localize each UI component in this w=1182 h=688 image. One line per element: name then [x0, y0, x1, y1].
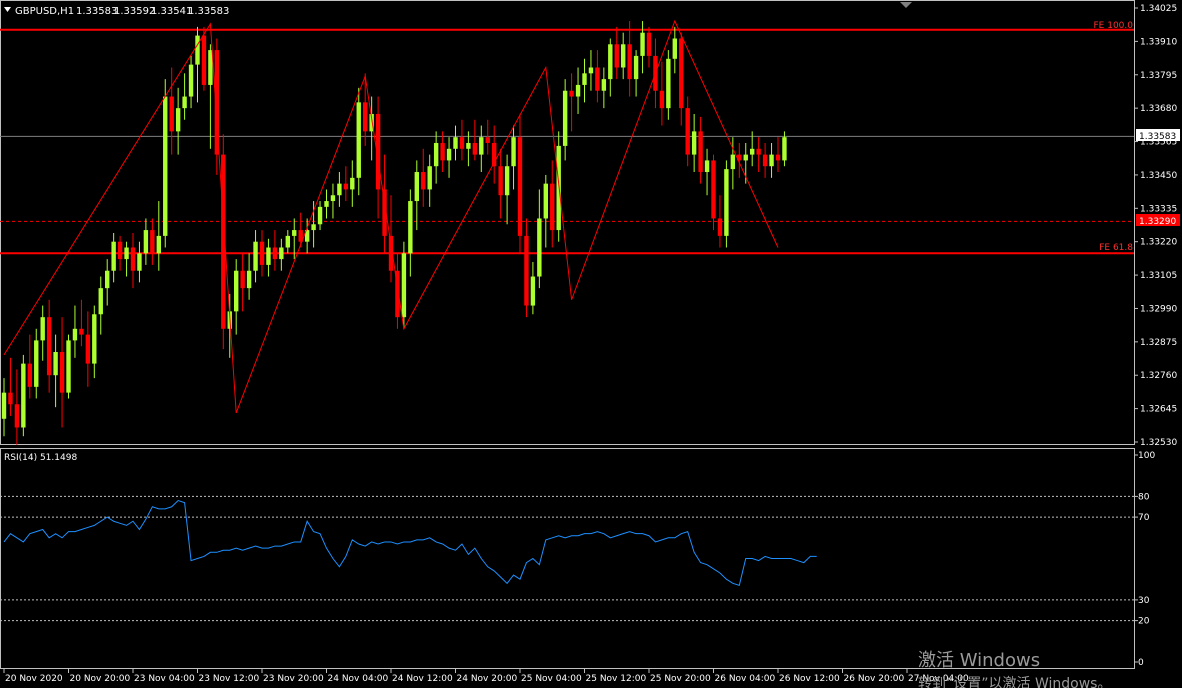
symbol-label: GBPUSD,H1	[15, 6, 74, 17]
fe-61-8-label: FE 61.8	[1099, 243, 1133, 253]
candle	[21, 354, 26, 437]
chart-canvas[interactable]: GBPUSD,H1 1.33583 1.33592 1.33541 1.3358…	[0, 0, 1182, 688]
ohlc-low: 1.33541	[151, 6, 192, 17]
price-tick-label: 1.34025	[1140, 4, 1177, 14]
time-tick-label: 26 Nov 20:00	[844, 674, 905, 684]
time-tick-label: 20 Nov 2020	[5, 674, 63, 684]
candle	[214, 38, 220, 175]
time-tick-label: 24 Nov 04:00	[328, 674, 389, 684]
time-tick-label: 23 Nov 12:00	[199, 674, 260, 684]
price-tick-label: 1.32530	[1140, 438, 1177, 448]
time-tick-label: 20 Nov 20:00	[70, 674, 131, 684]
time-axis[interactable]: 20 Nov 2020 20 Nov 20:00 23 Nov 04:00 23 No…	[3, 669, 969, 684]
ohlc-close: 1.33583	[188, 6, 229, 17]
candle	[66, 334, 71, 399]
rsi-tick-label: 70	[1138, 513, 1150, 523]
dashed-level-label: 1.33290	[1139, 217, 1176, 227]
time-tick-label: 26 Nov 04:00	[715, 674, 776, 684]
price-tick-label: 1.33795	[1140, 71, 1177, 81]
rsi-tick-label: 80	[1138, 492, 1150, 502]
time-tick-label: 23 Nov 20:00	[263, 674, 324, 684]
time-tick-label: 23 Nov 04:00	[134, 674, 195, 684]
rsi-axis[interactable]: 100 80 70 30 20 0	[1134, 451, 1155, 668]
time-tick-label: 26 Nov 12:00	[779, 674, 840, 684]
rsi-pane[interactable]	[0, 448, 1135, 669]
rsi-tick-label: 100	[1138, 451, 1155, 461]
price-tick-label: 1.32875	[1140, 338, 1177, 348]
price-tick-label: 1.33105	[1140, 271, 1177, 281]
ohlc-open: 1.33583	[76, 6, 117, 17]
time-tick-label: 25 Nov 04:00	[521, 674, 582, 684]
time-tick-label: 25 Nov 12:00	[586, 674, 647, 684]
candle	[724, 160, 729, 248]
current-price-label: 1.33583	[1139, 132, 1176, 142]
time-tick-label: 25 Nov 20:00	[650, 674, 711, 684]
price-tick-label: 1.33910	[1140, 37, 1177, 47]
price-pane[interactable]	[0, 0, 1135, 445]
rsi-label: RSI(14) 51.1498	[4, 453, 77, 463]
price-tick-label: 1.32990	[1140, 304, 1177, 314]
fe-100-label: FE 100.0	[1094, 21, 1134, 31]
time-tick-label: 24 Nov 20:00	[457, 674, 518, 684]
price-tick-label: 1.33450	[1140, 171, 1177, 181]
candle	[163, 79, 168, 248]
price-tick-label: 1.33220	[1140, 238, 1177, 248]
activation-watermark-line2: 转到“设置”以激活 Windows。	[918, 675, 1111, 688]
symbol-header: GBPUSD,H1 1.33583 1.33592 1.33541 1.3358…	[4, 6, 229, 17]
rsi-tick-label: 20	[1138, 617, 1150, 627]
rsi-tick-label: 0	[1138, 658, 1144, 668]
rsi-tick-label: 30	[1138, 596, 1150, 606]
time-tick-label: 24 Nov 12:00	[392, 674, 453, 684]
price-tick-label: 1.33335	[1140, 204, 1177, 214]
price-tick-label: 1.33680	[1140, 104, 1177, 114]
price-tick-label: 1.32645	[1140, 405, 1177, 415]
price-tick-label: 1.32760	[1140, 371, 1177, 381]
ohlc-high: 1.33592	[114, 6, 155, 17]
activation-watermark-line1: 激活 Windows	[918, 650, 1040, 671]
